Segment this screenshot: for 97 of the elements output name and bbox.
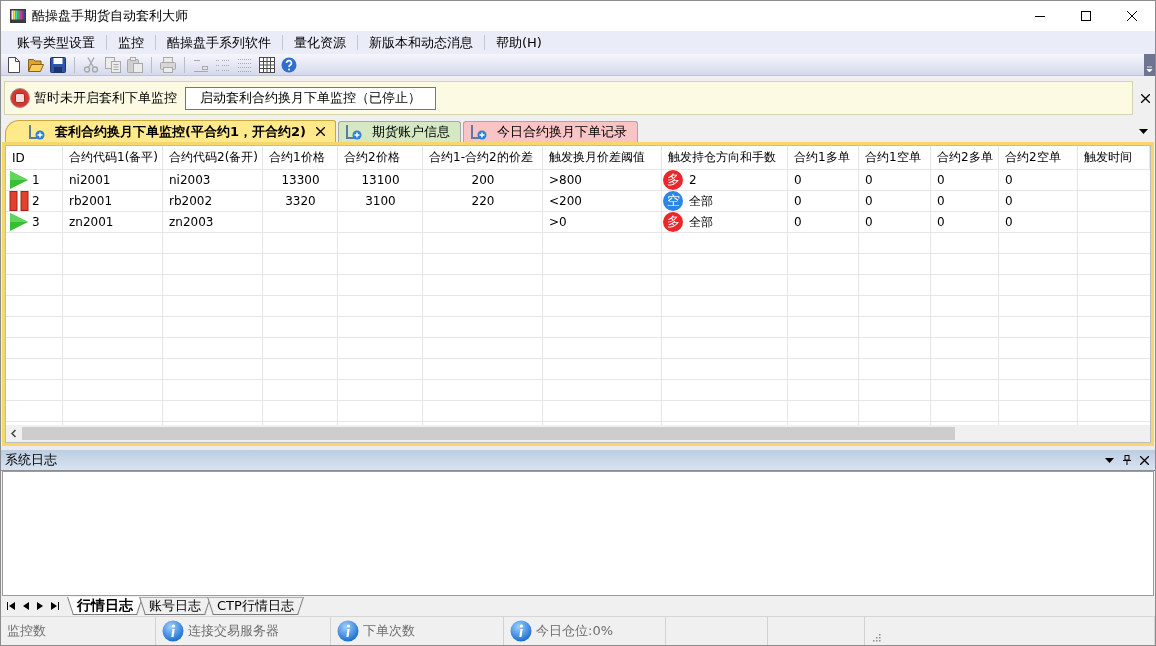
lots-text: 2: [689, 173, 697, 187]
previous-icon[interactable]: [23, 602, 29, 610]
menu-item[interactable]: 新版本和动态消息: [358, 32, 484, 53]
pause-icon: [9, 191, 29, 211]
info-icon: [162, 620, 184, 642]
column-header[interactable]: 合约1多单: [788, 146, 859, 170]
column-header[interactable]: 合约2空单: [999, 146, 1078, 170]
close-icon: [1127, 11, 1137, 21]
tab[interactable]: 今日合约换月下单记录: [463, 121, 638, 142]
notice-message: 暂时未开启套利下单监控: [34, 89, 177, 107]
column-header[interactable]: 合约2价格: [338, 146, 423, 170]
close-icon[interactable]: [1140, 455, 1149, 465]
menu-item[interactable]: 量化资源: [283, 32, 357, 53]
table-cell-text: rb2001: [68, 193, 114, 210]
document-add-icon: [28, 123, 45, 140]
column-header[interactable]: 合约代码1(备平): [63, 146, 163, 170]
column-header[interactable]: 合约2多单: [931, 146, 999, 170]
menu-item[interactable]: 帮助(H): [485, 32, 553, 53]
dropdown-icon[interactable]: [1139, 128, 1148, 134]
horizontal-scrollbar[interactable]: [6, 425, 1150, 442]
table-cell-text: zn2003: [168, 214, 215, 231]
status-text: 连接交易服务器: [188, 622, 279, 640]
minimize-icon: [1035, 15, 1045, 17]
row-id: 3: [32, 215, 40, 229]
play-icon: [9, 212, 29, 232]
column-header[interactable]: 合约1价格: [263, 146, 338, 170]
document-add-icon: [345, 124, 362, 140]
table-cell-text: >800: [548, 172, 583, 189]
document-add-icon: [470, 124, 487, 140]
table-cell-text: 13100: [360, 172, 401, 189]
table-cell-text: 0: [864, 172, 874, 189]
tab[interactable]: 套利合约换月下单监控(平合约1，开合约2): [5, 120, 336, 142]
table-cell-text: 0: [1004, 172, 1014, 189]
table-cell-text: 3320: [284, 193, 317, 210]
row-id: 2: [32, 194, 40, 208]
table-cell-text: 200: [470, 172, 496, 189]
window-title: 酷操盘手期货自动套利大师: [32, 7, 188, 25]
table-cell-text: 0: [936, 172, 946, 189]
table-cell-text: 0: [936, 193, 946, 210]
table-cell-text: 0: [1004, 193, 1014, 210]
menu-item[interactable]: 监控: [107, 32, 155, 53]
panel-title: 系统日志: [5, 451, 57, 469]
help-icon[interactable]: [281, 56, 297, 73]
lots-text: 全部: [689, 192, 713, 210]
direction-badge: 多: [663, 170, 683, 190]
color-bars-icon: [10, 9, 26, 23]
resize-grip-icon[interactable]: [871, 632, 881, 642]
table-cell-text: 3100: [364, 193, 397, 210]
column-header[interactable]: 合约代码2(备开): [163, 146, 263, 170]
table-cell-text: 0: [793, 172, 803, 189]
close-icon[interactable]: [1141, 93, 1150, 103]
column-header[interactable]: ID: [6, 146, 63, 170]
direction-badge: 空: [663, 191, 683, 211]
table-cell-text: 0: [1004, 214, 1014, 231]
row-id: 1: [32, 173, 40, 187]
table-cell-text: 220: [470, 193, 496, 210]
toolbar-overflow-icon[interactable]: [1144, 53, 1155, 76]
status-text: 今日仓位:0%: [536, 622, 613, 640]
direction-badge: 多: [663, 212, 683, 232]
new-document-icon[interactable]: [6, 56, 22, 73]
table-cell-text: ni2003: [168, 172, 212, 189]
column-header[interactable]: 触发持仓方向和手数: [662, 146, 788, 170]
table-cell-text: 0: [864, 214, 874, 231]
status-text: 监控数: [7, 622, 46, 640]
table-cell-text: rb2002: [168, 193, 214, 210]
column-header[interactable]: 合约1空单: [859, 146, 931, 170]
table-cell-text: 0: [864, 193, 874, 210]
table-cell-text: >0: [548, 214, 568, 231]
table-grid-icon[interactable]: [259, 56, 275, 73]
close-icon[interactable]: [316, 127, 325, 136]
column-header[interactable]: 触发换月价差阈值: [543, 146, 662, 170]
menu-item[interactable]: 账号类型设置: [6, 32, 106, 53]
info-icon: [510, 620, 532, 642]
table-cell-text: 0: [793, 193, 803, 210]
table-cell-text: <200: [548, 193, 583, 210]
scrollbar-thumb[interactable]: [22, 427, 955, 440]
open-folder-icon[interactable]: [28, 56, 44, 73]
menu-item[interactable]: 酷操盘手系列软件: [156, 32, 282, 53]
column-header[interactable]: 合约1-合约2的价差: [423, 146, 543, 170]
column-header[interactable]: 触发时间: [1078, 146, 1150, 170]
dropdown-icon[interactable]: [1105, 457, 1114, 463]
start-monitor-button[interactable]: 启动套利合约换月下单监控（已停止）: [185, 86, 436, 110]
table-cell-text: 13300: [280, 172, 321, 189]
status-text: 下单次数: [363, 622, 415, 640]
next-icon[interactable]: [37, 602, 43, 610]
first-page-icon[interactable]: [7, 602, 15, 610]
maximize-icon: [1081, 11, 1091, 21]
table-cell-text: zn2001: [68, 214, 115, 231]
pin-icon[interactable]: [1123, 455, 1131, 465]
play-icon: [9, 170, 29, 190]
tab[interactable]: 期货账户信息: [338, 121, 461, 142]
info-icon: [337, 620, 359, 642]
lots-text: 全部: [689, 213, 713, 231]
table-cell-text: 0: [936, 214, 946, 231]
table-cell-text: 0: [793, 214, 803, 231]
last-page-icon[interactable]: [51, 602, 59, 610]
table-cell-text: ni2001: [68, 172, 112, 189]
